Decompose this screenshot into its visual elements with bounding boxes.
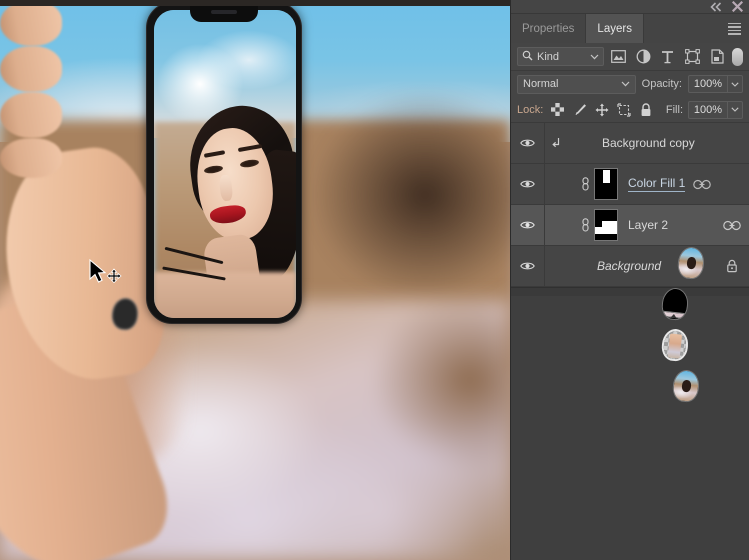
blend-mode-row: Normal Opacity: 100% (511, 71, 749, 97)
fill-field[interactable]: 100% (688, 100, 743, 119)
blend-mode-select[interactable]: Normal (517, 74, 636, 94)
panel-content: Kind Normal Opacity: 100% Lock: Fill: 10… (511, 43, 749, 404)
photoshop-window: Properties Layers Kind Normal Opacity: 1… (0, 0, 749, 560)
layer-link-icon[interactable] (685, 179, 719, 190)
canvas-smartphone (146, 2, 302, 324)
opacity-stepper-chevron-down-icon[interactable] (727, 76, 742, 92)
layer-filter-row: Kind (511, 43, 749, 71)
filter-adjustment-layers-icon[interactable] (633, 47, 653, 66)
layer-thumbnail[interactable] (671, 368, 701, 404)
canvas-finger-1 (0, 0, 62, 46)
fill-value: 100% (693, 103, 723, 116)
layer-thumbnails (545, 209, 690, 363)
layer-thumbnails (545, 168, 690, 322)
mask-link-icon[interactable] (580, 177, 590, 191)
opacity-field[interactable]: 100% (688, 75, 743, 93)
filter-pixel-layers-icon[interactable] (609, 47, 629, 66)
canvas-finger-3 (0, 92, 62, 138)
canvas-finger-2 (0, 46, 62, 92)
panel-bottom-strip (511, 287, 749, 296)
layer-mask-thumbnail[interactable] (594, 168, 618, 200)
lock-all-icon[interactable] (638, 102, 653, 117)
clipping-mask-arrow-icon (550, 137, 562, 149)
mask-link-icon[interactable] (580, 218, 590, 232)
layer-name[interactable]: Color Fill 1 (628, 176, 686, 192)
filter-smart-object-icon[interactable] (708, 47, 728, 66)
layer-name[interactable]: Background copy (592, 136, 715, 150)
canvas-top-strip (0, 0, 510, 6)
lock-row: Lock: Fill: 100% (511, 97, 749, 123)
chevron-down-icon (590, 51, 599, 63)
canvas-dark-corner (310, 90, 510, 300)
lock-label: Lock: (517, 103, 544, 116)
panel-tab-bar: Properties Layers (511, 14, 749, 43)
layer-thumbnail[interactable] (660, 327, 690, 363)
lock-transparent-pixels-icon[interactable] (550, 102, 565, 117)
filter-kind-select[interactable]: Kind (517, 47, 604, 66)
layer-thumbnails (545, 250, 701, 404)
tab-layers[interactable]: Layers (586, 14, 644, 43)
layer-row-background[interactable]: Background (511, 246, 749, 404)
fill-label: Fill: (665, 103, 683, 116)
close-icon[interactable] (731, 0, 744, 13)
tab-properties[interactable]: Properties (511, 14, 587, 43)
layer-row-color-fill-1[interactable]: Color Fill 1 (511, 164, 749, 322)
opacity-label: Opacity: (641, 78, 682, 90)
phone-screen (154, 10, 296, 318)
layer-link-icon[interactable] (715, 220, 749, 231)
lock-position-icon[interactable] (594, 102, 609, 117)
layer-thumbnail[interactable] (676, 245, 706, 281)
lock-artboard-nesting-icon[interactable] (616, 102, 631, 117)
layer-locked-icon (715, 259, 749, 273)
lock-image-pixels-icon[interactable] (572, 102, 587, 117)
layer-visibility-toggle[interactable] (511, 246, 545, 286)
filter-enable-toggle[interactable] (732, 47, 744, 66)
search-icon (522, 50, 533, 64)
fill-stepper-chevron-down-icon[interactable] (727, 101, 742, 118)
panel-menu-icon[interactable] (720, 14, 749, 43)
layer-visibility-toggle[interactable] (511, 164, 545, 204)
layer-thumbnails (545, 127, 706, 281)
layers-panel: Properties Layers Kind Normal Opacity: 1… (510, 0, 749, 560)
double-chevron-left-icon[interactable] (710, 1, 723, 12)
filter-type-layers-icon[interactable] (658, 47, 678, 66)
layer-name[interactable]: Layer 2 (618, 218, 715, 232)
fill-group: Fill: 100% (665, 100, 743, 119)
opacity-value: 100% (693, 78, 723, 90)
tab-properties-label: Properties (522, 22, 575, 35)
document-canvas[interactable] (0, 0, 510, 560)
canvas-finger-4 (0, 138, 62, 178)
layer-visibility-toggle[interactable] (511, 205, 545, 245)
layer-row-background-copy[interactable]: Background copy (511, 123, 749, 281)
filter-shape-layers-icon[interactable] (683, 47, 703, 66)
layer-row-layer-2[interactable]: Layer 2 (511, 205, 749, 363)
layer-thumbnail[interactable] (660, 286, 690, 322)
tab-layers-label: Layers (597, 22, 632, 35)
chevron-down-icon (621, 78, 630, 90)
layer-visibility-toggle[interactable] (511, 123, 545, 163)
filter-kind-label: Kind (537, 50, 560, 63)
layer-list: Background copy Color Fill 1 Layer 2 Bac… (511, 123, 749, 404)
layer-mask-thumbnail[interactable] (594, 209, 618, 241)
panel-titlebar (511, 0, 749, 14)
mouse-cursor (88, 258, 124, 290)
blend-mode-value: Normal (523, 78, 559, 90)
